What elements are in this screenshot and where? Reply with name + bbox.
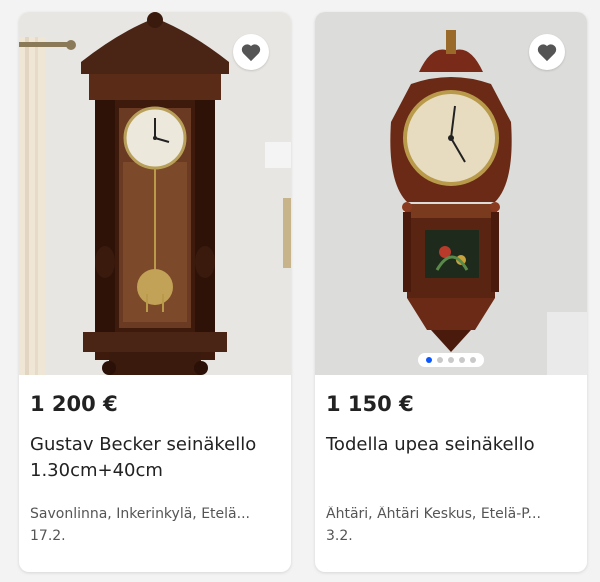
listing-location: Savonlinna, Inkerinkylä, Etelä... [30, 506, 250, 522]
listing-price: 1 200 € [30, 392, 118, 416]
image-pagination[interactable] [418, 353, 484, 367]
listing-photo[interactable] [19, 12, 291, 375]
listing-price: 1 150 € [326, 392, 414, 416]
pagination-dot[interactable] [459, 357, 465, 363]
listing-date: 3.2. [326, 528, 353, 544]
listing-title[interactable]: Gustav Becker seinäkello 1.30cm+40cm [30, 432, 282, 484]
pagination-dot[interactable] [448, 357, 454, 363]
heart-icon [537, 44, 557, 62]
listing-photo[interactable] [315, 12, 587, 375]
heart-icon [241, 44, 261, 62]
listing-date: 17.2. [30, 528, 66, 544]
pagination-dot[interactable] [437, 357, 443, 363]
favorite-button[interactable] [529, 34, 565, 70]
pagination-dot[interactable] [426, 357, 432, 363]
pagination-dot[interactable] [470, 357, 476, 363]
listing-location: Ähtäri, Ähtäri Keskus, Etelä-P... [326, 506, 541, 522]
favorite-button[interactable] [233, 34, 269, 70]
listing-card[interactable]: 1 150 € Todella upea seinäkello Ähtäri, … [315, 12, 587, 572]
listing-card[interactable]: 1 200 € Gustav Becker seinäkello 1.30cm+… [19, 12, 291, 572]
listing-title[interactable]: Todella upea seinäkello [326, 432, 578, 458]
